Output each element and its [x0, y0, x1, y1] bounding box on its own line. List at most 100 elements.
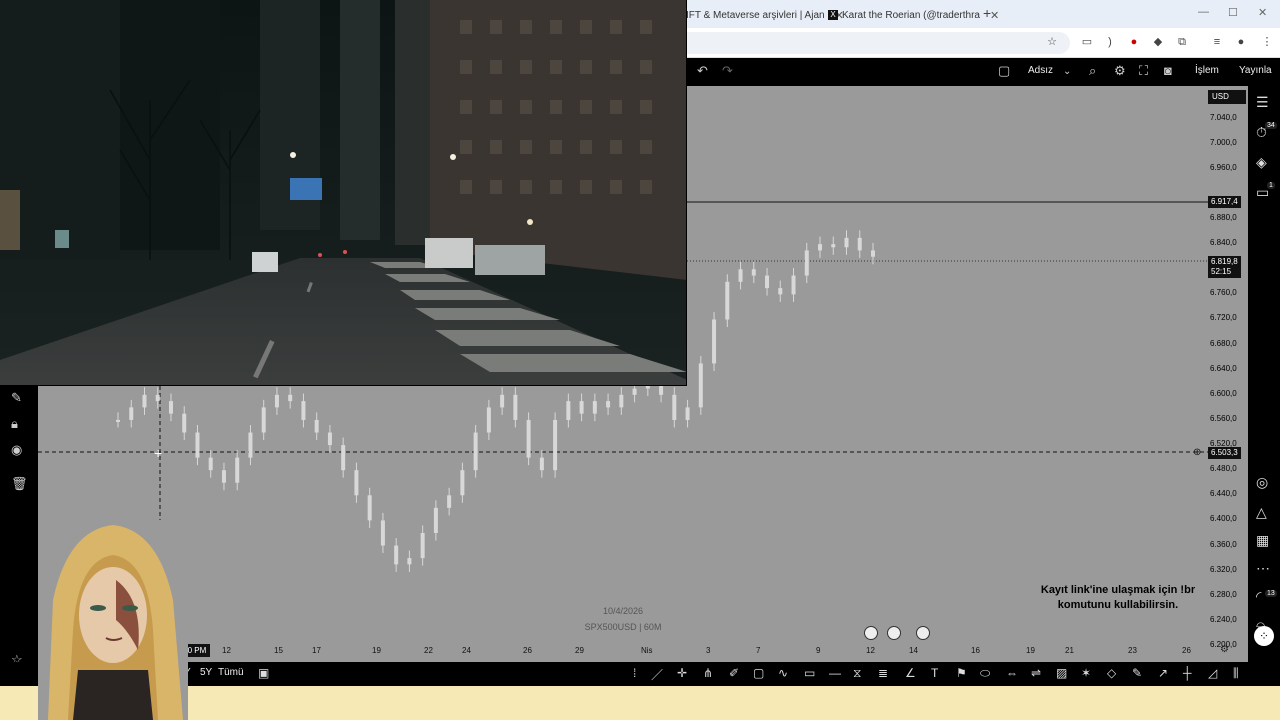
gear-icon[interactable]: ⚙	[1114, 63, 1126, 79]
drag-handle-icon[interactable]: ⁞	[633, 666, 636, 680]
browser-tab-1[interactable]: IFT & Metaverse arşivleri | Ajan ✕	[686, 4, 844, 26]
text-icon[interactable]: T	[931, 666, 938, 680]
candle-body	[698, 363, 703, 408]
candle-body	[539, 457, 544, 471]
candle-body	[765, 275, 770, 289]
lock-icon[interactable]: 🔒︎	[11, 416, 18, 432]
range-5y-button[interactable]: 5Y	[200, 667, 212, 678]
redo-icon[interactable]: ↷	[722, 63, 733, 79]
search-icon[interactable]: ⌕	[1089, 63, 1096, 79]
maximize-icon[interactable]: ☐	[1228, 6, 1238, 19]
candle-body	[142, 394, 147, 408]
arrow-up-right-icon[interactable]: ↗	[1158, 666, 1168, 680]
horizontal-line-icon[interactable]: —	[829, 666, 841, 680]
path-icon[interactable]: ∿	[778, 666, 788, 680]
time-axis-label: 14	[909, 646, 918, 655]
profile-icon[interactable]: ●	[1234, 35, 1248, 49]
network-icon[interactable]: ✶	[1081, 666, 1091, 680]
add-alert-icon[interactable]: ⊕	[1193, 447, 1201, 458]
ruler-icon[interactable]: ◿	[1208, 666, 1217, 680]
image-icon[interactable]: ▨	[1056, 666, 1067, 680]
time-axis-label: 12	[866, 646, 875, 655]
candle-body	[619, 394, 624, 408]
vertical-line-icon[interactable]: ┼	[1183, 666, 1192, 680]
candle-body	[712, 319, 717, 364]
brush-icon[interactable]: ✐	[729, 666, 739, 680]
settings-sliders-icon[interactable]: ⫼	[1233, 666, 1239, 681]
time-axis-label: 9	[816, 646, 821, 655]
browser-tab-2[interactable]: X Karat the Roerian (@traderthra ✕	[828, 4, 999, 26]
pattern-icon[interactable]: ⧖	[853, 666, 861, 681]
publish-button[interactable]: Yayınla	[1239, 65, 1272, 76]
shape-icon[interactable]: ⬭	[980, 666, 990, 681]
camera-icon[interactable]: ◙	[1164, 63, 1172, 78]
layout-name[interactable]: Adsız	[1028, 65, 1053, 76]
more-menu-icon[interactable]: ⋮	[1260, 35, 1274, 49]
event-flash-icon[interactable]	[864, 626, 878, 640]
extension-red-icon[interactable]: ●	[1127, 35, 1141, 49]
crosshair-tool-icon[interactable]: ✛	[677, 666, 687, 680]
pen-icon[interactable]: ✎	[1132, 666, 1142, 680]
trend-line-icon[interactable]: ／	[651, 666, 663, 683]
chart-date-watermark: 10/4/2026	[602, 606, 644, 616]
time-axis-label: 19	[1026, 646, 1035, 655]
countdown-value: 52:15	[1211, 267, 1232, 276]
magnet-icon[interactable]: ✎	[11, 390, 22, 406]
extension-icon[interactable]: ◆	[1151, 35, 1165, 49]
screen: IFT & Metaverse arşivleri | Ajan ✕ X Kar…	[0, 0, 1280, 720]
chevron-down-icon[interactable]: ⌄	[1063, 66, 1071, 77]
trade-button[interactable]: İşlem	[1195, 65, 1219, 76]
angle-icon[interactable]: ∠	[905, 666, 916, 680]
candle-body	[274, 394, 279, 408]
cast-icon[interactable]: ▭	[1080, 35, 1094, 49]
window-close-icon[interactable]: ✕	[1258, 6, 1267, 19]
star-icon[interactable]: ☆	[1045, 35, 1059, 49]
event-us-flag-icon[interactable]	[887, 626, 901, 640]
layers-icon[interactable]: ◈	[1256, 154, 1267, 171]
candle-body	[513, 394, 518, 420]
target-icon[interactable]: ◎	[1256, 474, 1268, 491]
candle-body	[354, 470, 359, 496]
candle-body	[778, 288, 783, 295]
new-tab-button[interactable]: +	[983, 5, 991, 21]
pitchfork-icon[interactable]: ⋔	[703, 666, 713, 680]
candle-body	[261, 407, 266, 433]
minimize-icon[interactable]: —	[1198, 6, 1209, 18]
trash-icon[interactable]: 🗑︎	[11, 476, 28, 492]
calendar-icon[interactable]: ▦	[1256, 532, 1269, 549]
eraser-icon[interactable]: ◇	[1107, 666, 1116, 680]
rectangle-icon[interactable]: ▢	[753, 666, 764, 680]
measure-icon[interactable]: ⇔	[1006, 666, 1018, 680]
callout-icon[interactable]: ▭	[804, 666, 815, 680]
date-range-icon[interactable]: ▣	[258, 666, 269, 680]
candle-body	[433, 507, 438, 533]
streamer-avatar	[38, 520, 188, 720]
fullscreen-icon[interactable]: ⛶	[1139, 63, 1148, 79]
time-axis-label: 15	[274, 646, 283, 655]
last-price-label: 6.819,8 52:15	[1208, 256, 1241, 278]
mountain-icon[interactable]: △	[1256, 504, 1267, 521]
reading-list-icon[interactable]: ≡	[1210, 35, 1224, 49]
undo-icon[interactable]: ↶	[697, 63, 708, 79]
range-all-button[interactable]: Tümü	[218, 667, 244, 678]
candle-body	[327, 432, 332, 446]
waves-icon[interactable]: )	[1103, 35, 1117, 49]
flag-icon[interactable]: ⚑	[956, 666, 967, 680]
forecast-icon[interactable]: ⇌	[1031, 666, 1041, 680]
layout-icon[interactable]: ▢	[998, 63, 1010, 79]
axis-settings-icon[interactable]: ⚙	[1220, 644, 1229, 655]
close-icon[interactable]: ✕	[990, 9, 999, 22]
video-overlay[interactable]	[0, 0, 687, 386]
url-field[interactable]	[640, 32, 1070, 54]
rss-icon[interactable]: ◜	[1256, 588, 1261, 605]
candle-body	[831, 244, 836, 248]
puzzle-icon[interactable]: ⧉	[1175, 35, 1189, 49]
watchlist-icon[interactable]: ☰	[1256, 94, 1269, 111]
event-us-flag-icon[interactable]	[916, 626, 930, 640]
eye-icon[interactable]: ◉	[11, 442, 22, 458]
apps-grid-icon[interactable]: ⁘	[1254, 626, 1274, 646]
candle-body	[791, 275, 796, 295]
news-icon[interactable]: ⋯	[1256, 560, 1270, 577]
currency-selector[interactable]: USD	[1208, 90, 1246, 104]
fib-icon[interactable]: ≣	[878, 666, 888, 680]
